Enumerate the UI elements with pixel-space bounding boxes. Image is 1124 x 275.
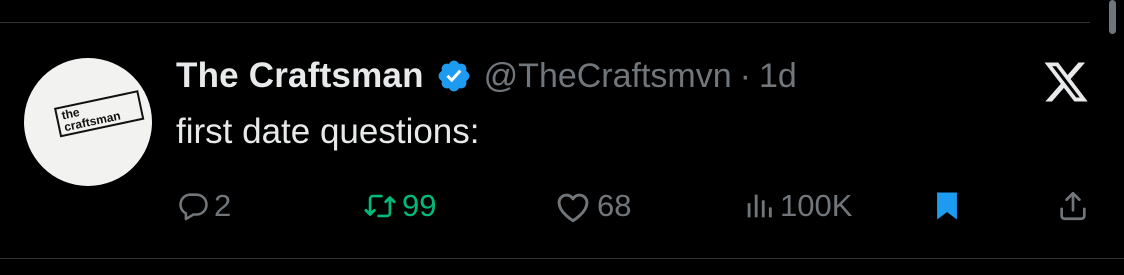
avatar[interactable]: the craftsman <box>24 58 152 186</box>
views-button[interactable]: 100K <box>742 184 852 228</box>
reply-icon <box>176 189 210 223</box>
views-icon <box>742 189 776 223</box>
author-handle[interactable]: @TheCraftsmvn <box>484 57 732 96</box>
views-count: 100K <box>780 188 853 223</box>
like-count: 68 <box>597 188 632 223</box>
retweet-icon <box>362 189 398 223</box>
verified-badge-icon <box>436 58 472 94</box>
x-logo-icon <box>1042 58 1090 106</box>
reply-button[interactable]: 2 <box>176 184 231 228</box>
action-bar: 2 99 68 100K <box>0 184 1124 228</box>
retweet-button[interactable]: 99 <box>362 184 436 228</box>
bookmark-icon <box>930 189 964 223</box>
avatar-logo: the craftsman <box>54 90 145 138</box>
heart-icon <box>553 188 593 224</box>
top-divider <box>0 22 1090 23</box>
retweet-count: 99 <box>402 188 437 223</box>
scrollbar[interactable] <box>1109 0 1116 34</box>
tweet-text: first date questions: <box>176 112 480 151</box>
bookmark-button[interactable] <box>930 184 964 228</box>
author-name[interactable]: The Craftsman <box>176 56 424 96</box>
tweet-age[interactable]: 1d <box>759 57 797 96</box>
share-icon <box>1056 189 1090 223</box>
like-button[interactable]: 68 <box>553 184 631 228</box>
reply-count: 2 <box>214 188 232 223</box>
separator-dot: · <box>739 56 751 95</box>
tweet-header: The Craftsman @TheCraftsmvn · 1d <box>176 54 797 98</box>
bottom-divider <box>0 258 1124 259</box>
share-button[interactable] <box>1056 184 1090 228</box>
